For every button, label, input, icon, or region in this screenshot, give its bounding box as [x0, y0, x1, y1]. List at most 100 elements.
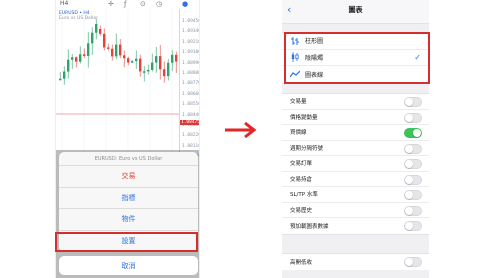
setting-row: 週期分隔符號: [282, 141, 429, 156]
toggle-knob: [405, 258, 413, 266]
price-axis-label: 1.08550: [182, 102, 200, 108]
price-axis-label: 1.08440: [182, 112, 200, 118]
price-axis-label: 1.09210: [182, 39, 200, 45]
candle-body: [111, 48, 114, 57]
setting-row: 交易量: [282, 94, 429, 110]
candle-body: [95, 24, 98, 33]
candle-body: [103, 33, 106, 48]
candle-body: [59, 78, 62, 81]
toggle-switch[interactable]: [404, 190, 422, 200]
candle-body: [87, 43, 90, 56]
crosshair-icon[interactable]: ✛: [108, 0, 114, 8]
setting-row: 交易訂單: [282, 156, 429, 172]
candle-body: [175, 54, 178, 62]
candle-body: [119, 44, 122, 56]
account-icon[interactable]: ●: [182, 0, 188, 8]
price-axis-label: 1.08880: [182, 71, 200, 76]
toggle-switch[interactable]: [404, 174, 422, 185]
cancel-button[interactable]: 取消: [59, 256, 198, 275]
indicator-icon[interactable]: ƒ: [124, 0, 126, 8]
toggle-switch[interactable]: [404, 221, 422, 231]
toggle-switch[interactable]: [404, 257, 422, 267]
toggle-knob: [405, 160, 413, 168]
candle-body: [99, 29, 102, 34]
toggle-knob: [405, 191, 413, 199]
candle-body: [151, 62, 154, 70]
setting-label: 交易量: [290, 99, 307, 106]
toggle-knob: [405, 98, 413, 106]
price-axis-label: 1.09100: [182, 50, 200, 56]
setting-row: 交易持倉: [282, 172, 429, 187]
price-axis-label: 1.08220: [182, 133, 200, 139]
candle-body: [91, 32, 94, 44]
timeframe-icon[interactable]: ◷: [156, 0, 162, 8]
candle-body: [115, 44, 118, 57]
chart-settings-toggles: 交易量價格變動量買價線週期分隔符號 交易訂單交易持倉 SL/TP 水準 交易歷史預加載…: [282, 93, 429, 235]
trade-menu-item[interactable]: 交易: [59, 166, 198, 188]
toggle-switch[interactable]: [404, 97, 422, 107]
setting-row: 高開低收: [282, 254, 429, 270]
toggle-switch[interactable]: [404, 205, 422, 216]
setting-label: 買價線: [290, 130, 307, 137]
candle-body: [147, 69, 150, 72]
setting-label: 交易持倉: [290, 176, 313, 183]
tutorial-stage: H4 ✛ ƒ ⊙ ◷ ● EURUSD • H4 Euro vs US Doll…: [0, 0, 500, 278]
symbol-description: Euro vs US Dollar: [59, 16, 98, 21]
chart-toolbar: H4 ✛ ƒ ⊙ ◷ ●: [56, 0, 199, 9]
objects-menu-item[interactable]: 物件: [59, 209, 198, 231]
setting-label: 交易訂單: [290, 161, 313, 168]
candle-body: [155, 56, 158, 63]
candle-body: [123, 55, 126, 59]
candle-body: [159, 56, 162, 70]
action-sheet-title: EURUSD: Euro vs US Dollar: [59, 152, 198, 166]
additional-toggles: 高開低收: [282, 253, 429, 270]
toggle-knob: [405, 113, 413, 122]
candle-body: [171, 54, 174, 63]
candle-body: [167, 62, 170, 77]
current-price-label: 1.08475: [180, 120, 200, 125]
candle-body: [79, 54, 82, 62]
candle-body: [71, 57, 74, 60]
chart-type-highlight-box: [284, 32, 430, 84]
toggle-switch[interactable]: [404, 159, 422, 169]
candle-body: [139, 58, 142, 72]
candle-body: [67, 59, 70, 72]
candle-body: [143, 71, 146, 73]
candle-body: [75, 57, 78, 62]
candle-body: [83, 54, 86, 56]
price-axis-label: 1.08110: [182, 143, 200, 149]
candle-body: [135, 58, 138, 62]
setting-row: 價格變動量: [282, 110, 429, 125]
setting-row: 預加載圖表數據: [282, 218, 429, 234]
toggle-switch[interactable]: [404, 128, 422, 138]
price-axis-label: 1.09340: [182, 29, 200, 35]
candle-body: [131, 61, 134, 63]
price-axis-label: 1.08660: [182, 91, 200, 97]
setting-label: 預加載圖表數據: [290, 223, 329, 230]
setting-label: 高開低收: [290, 259, 313, 266]
setting-row: 交易歷史: [282, 203, 429, 218]
toggle-knob: [405, 144, 413, 153]
setting-label: 價格變動量: [290, 114, 318, 121]
price-axis-label: 1.08770: [182, 81, 200, 87]
indicators-menu-item[interactable]: 指標: [59, 188, 198, 209]
objects-icon[interactable]: ⊙: [140, 0, 146, 8]
right-arrow-icon: [225, 121, 257, 139]
toggle-knob: [405, 175, 413, 184]
toggle-knob: [405, 206, 413, 215]
setting-label: 週期分隔符號: [290, 145, 324, 152]
setting-row: SL/TP 水準: [282, 187, 429, 203]
candle-body: [63, 71, 66, 79]
toggle-knob: [405, 222, 413, 230]
candle-body: [107, 47, 110, 49]
candle-body: [163, 69, 166, 77]
toggle-knob: [413, 129, 421, 137]
toggle-switch[interactable]: [404, 143, 422, 154]
timeframe-label[interactable]: H4: [60, 0, 68, 7]
toggle-switch[interactable]: [404, 112, 422, 123]
nav-bar: ‹ 圖表: [282, 0, 429, 24]
price-axis-label: 1.09450: [182, 19, 200, 24]
symbol-title: EURUSD • H4 Euro vs US Dollar: [59, 11, 98, 21]
setting-row: 買價線: [282, 125, 429, 141]
page-title: 圖表: [348, 6, 363, 14]
